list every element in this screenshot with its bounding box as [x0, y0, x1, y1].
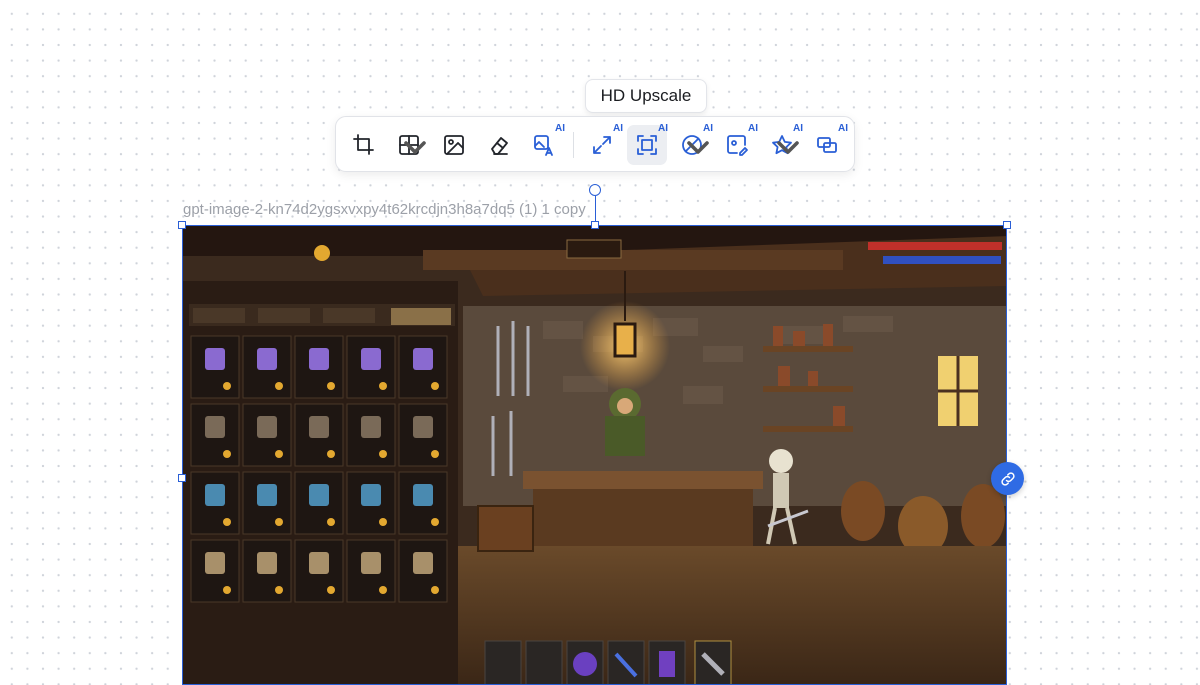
ai-badge: AI — [793, 123, 803, 134]
expand-button[interactable]: AI — [582, 123, 623, 165]
ai-badge: AI — [703, 123, 713, 134]
toolbar-divider — [573, 132, 574, 158]
remove-background-button[interactable]: AI — [672, 123, 713, 165]
layers-button[interactable]: AI — [807, 123, 848, 165]
image-button[interactable] — [434, 125, 474, 165]
link-icon — [1000, 471, 1015, 486]
resize-handle-top-center[interactable] — [591, 221, 599, 229]
chevron-down-icon — [777, 141, 799, 154]
resize-handle-top-left[interactable] — [178, 221, 186, 229]
hd-upscale-tooltip: HD Upscale — [585, 79, 707, 113]
ai-badge: AI — [838, 123, 848, 134]
ai-badge: AI — [613, 123, 623, 134]
hd-upscale-button[interactable]: AI — [627, 123, 668, 165]
edit-image-button[interactable]: AI — [717, 123, 758, 165]
expand-icon — [593, 136, 611, 154]
crop-icon — [353, 134, 374, 155]
chevron-down-icon — [687, 141, 709, 154]
resize-handle-top-right[interactable] — [1003, 221, 1011, 229]
rotate-handle[interactable] — [589, 184, 601, 196]
image-toolbar: AI AI AI AI AI AI AI — [335, 116, 855, 172]
link-button[interactable] — [991, 462, 1024, 495]
star-button[interactable]: AI — [762, 123, 803, 165]
crop-button[interactable] — [344, 125, 384, 165]
eraser-button[interactable] — [479, 125, 519, 165]
tavern-shop-image — [183, 226, 1006, 684]
ai-badge: AI — [748, 123, 758, 134]
eraser-icon — [491, 137, 508, 155]
image-icon — [444, 135, 464, 155]
ai-badge: AI — [555, 123, 565, 134]
image-translate-icon — [534, 135, 553, 156]
hd-upscale-icon — [637, 135, 657, 155]
resize-handle-left-center[interactable] — [178, 474, 186, 482]
image-filename: gpt-image-2-kn74d2ygsxvxpy4t62krcdjn3h8a… — [183, 201, 586, 218]
image-translate-button[interactable]: AI — [524, 123, 565, 165]
layers-icon — [817, 137, 837, 153]
split-button[interactable] — [389, 125, 429, 165]
edit-image-icon — [727, 135, 748, 156]
selected-image[interactable] — [182, 225, 1007, 685]
ai-badge: AI — [658, 123, 668, 134]
chevron-down-icon — [404, 141, 426, 154]
tooltip-label: HD Upscale — [600, 86, 692, 105]
